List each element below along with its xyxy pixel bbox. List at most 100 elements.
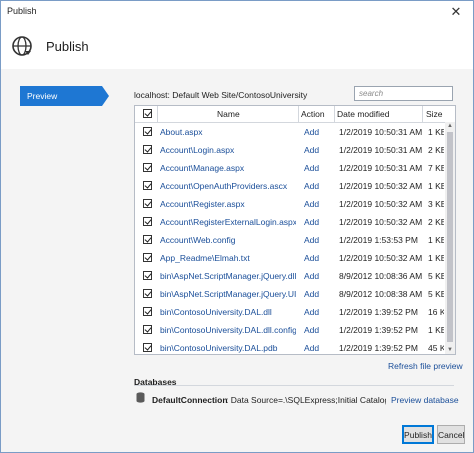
file-action: Add [304,307,320,317]
file-size: 45 KB [428,343,444,353]
file-action: Add [304,325,320,335]
table-row[interactable]: Account\Login.aspx Add 1/2/2019 10:50:31… [135,141,445,158]
file-date: 1/2/2019 1:39:52 PM [339,325,418,335]
column-divider [298,106,299,122]
file-name: bin\ContosoUniversity.DAL.dll [160,307,272,317]
file-name: bin\AspNet.ScriptManager.jQuery.dll [160,271,296,281]
file-date: 1/2/2019 10:50:32 AM [339,253,423,263]
file-date: 1/2/2019 10:50:31 AM [339,127,423,137]
file-size: 1 KB [428,253,444,263]
table-row[interactable]: bin\ContosoUniversity.DAL.dll Add 1/2/20… [135,303,445,320]
file-date: 1/2/2019 1:53:53 PM [339,235,418,245]
file-action: Add [304,163,320,173]
site-label: localhost: Default Web Site/ContosoUnive… [134,90,308,100]
column-header-action[interactable]: Action [301,109,325,119]
row-checkbox[interactable] [143,325,152,334]
nav-item-preview[interactable]: Preview [20,86,109,106]
column-header-size[interactable]: Size [426,109,443,119]
publish-button[interactable]: Publish [402,425,434,444]
table-row[interactable]: bin\AspNet.ScriptManager.jQuery.dll Add … [135,267,445,284]
table-row[interactable]: App_Readme\Elmah.txt Add 1/2/2019 10:50:… [135,249,445,266]
file-name: Account\Web.config [160,235,236,245]
file-size: 5 KB [428,271,444,281]
file-size: 1 KB [428,181,444,191]
globe-publish-icon [12,36,32,56]
row-checkbox[interactable] [143,271,152,280]
file-date: 1/2/2019 10:50:32 AM [339,217,423,227]
row-checkbox[interactable] [143,343,152,352]
file-action: Add [304,343,320,353]
file-name: About.aspx [160,127,203,137]
vertical-scrollbar[interactable]: ▲ ▼ [445,122,455,354]
scroll-down-icon[interactable]: ▼ [447,347,453,353]
nav-item-label: Preview [27,91,58,101]
file-name: Account\OpenAuthProviders.ascx [160,181,288,191]
file-action: Add [304,271,320,281]
file-date: 1/2/2019 10:50:32 AM [339,181,423,191]
table-row[interactable]: bin\AspNet.ScriptManager.jQuery.UI.Co Ad… [135,285,445,302]
file-action: Add [304,199,320,209]
file-size: 16 KB [428,307,444,317]
table-row[interactable]: Account\Manage.aspx Add 1/2/2019 10:50:3… [135,159,445,176]
column-divider [422,106,423,122]
row-checkbox[interactable] [143,217,152,226]
row-checkbox[interactable] [143,199,152,208]
table-row[interactable]: Account\Web.config Add 1/2/2019 1:53:53 … [135,231,445,248]
file-action: Add [304,235,320,245]
file-name: Account\Register.aspx [160,199,245,209]
row-checkbox[interactable] [143,307,152,316]
grid-header: Name Action Date modified Size [135,106,455,123]
column-divider [157,106,158,122]
file-name: bin\ContosoUniversity.DAL.dll.config [160,325,296,335]
table-row[interactable]: Account\Register.aspx Add 1/2/2019 10:50… [135,195,445,212]
refresh-file-preview-link[interactable]: Refresh file preview [388,361,463,371]
file-size: 3 KB [428,199,444,209]
table-row[interactable]: bin\ContosoUniversity.DAL.pdb Add 1/2/20… [135,339,445,354]
file-size: 1 KB [428,127,444,137]
file-size: 1 KB [428,235,444,245]
file-name: bin\AspNet.ScriptManager.jQuery.UI.Co [160,289,296,299]
row-checkbox[interactable] [143,253,152,262]
file-size: 1 KB [428,325,444,335]
database-connection-string: : Data Source=.\SQLExpress;Initial Catal… [226,395,386,405]
databases-divider [134,385,454,386]
nav-selection-arrow [102,86,109,106]
select-all-checkbox[interactable] [143,109,152,118]
table-row[interactable]: Account\OpenAuthProviders.ascx Add 1/2/2… [135,177,445,194]
file-size: 2 KB [428,145,444,155]
preview-database-link[interactable]: Preview database [391,395,459,405]
file-name: Account\RegisterExternalLogin.aspx [160,217,296,227]
window-title: Publish [7,6,37,16]
database-icon [136,392,145,403]
file-date: 1/2/2019 10:50:32 AM [339,199,423,209]
file-action: Add [304,145,320,155]
column-header-date[interactable]: Date modified [337,109,389,119]
column-header-name[interactable]: Name [217,109,240,119]
database-name: DefaultConnection [152,395,228,405]
scroll-up-icon[interactable]: ▲ [447,123,453,129]
column-divider [334,106,335,122]
publish-dialog: Publish ✕ Publish Preview localhost: Def… [0,0,474,453]
row-checkbox[interactable] [143,127,152,136]
file-size: 5 KB [428,289,444,299]
row-checkbox[interactable] [143,289,152,298]
file-action: Add [304,127,320,137]
close-button[interactable]: ✕ [439,1,473,23]
table-row[interactable]: bin\ContosoUniversity.DAL.dll.config Add… [135,321,445,338]
file-date: 8/9/2012 10:08:38 AM [339,289,423,299]
row-checkbox[interactable] [143,181,152,190]
cancel-button[interactable]: Cancel [437,425,465,444]
file-date: 1/2/2019 10:50:31 AM [339,163,423,173]
row-checkbox[interactable] [143,145,152,154]
table-row[interactable]: Account\RegisterExternalLogin.aspx Add 1… [135,213,445,230]
table-row[interactable]: About.aspx Add 1/2/2019 10:50:31 AM 1 KB [135,123,445,140]
file-name: bin\ContosoUniversity.DAL.pdb [160,343,278,353]
file-date: 1/2/2019 1:39:52 PM [339,307,418,317]
search-input[interactable] [354,86,453,101]
file-size: 2 KB [428,217,444,227]
file-name: App_Readme\Elmah.txt [160,253,250,263]
scrollbar-thumb[interactable] [447,132,453,342]
row-checkbox[interactable] [143,163,152,172]
row-checkbox[interactable] [143,235,152,244]
file-preview-grid: Name Action Date modified Size About.asp… [134,105,456,355]
